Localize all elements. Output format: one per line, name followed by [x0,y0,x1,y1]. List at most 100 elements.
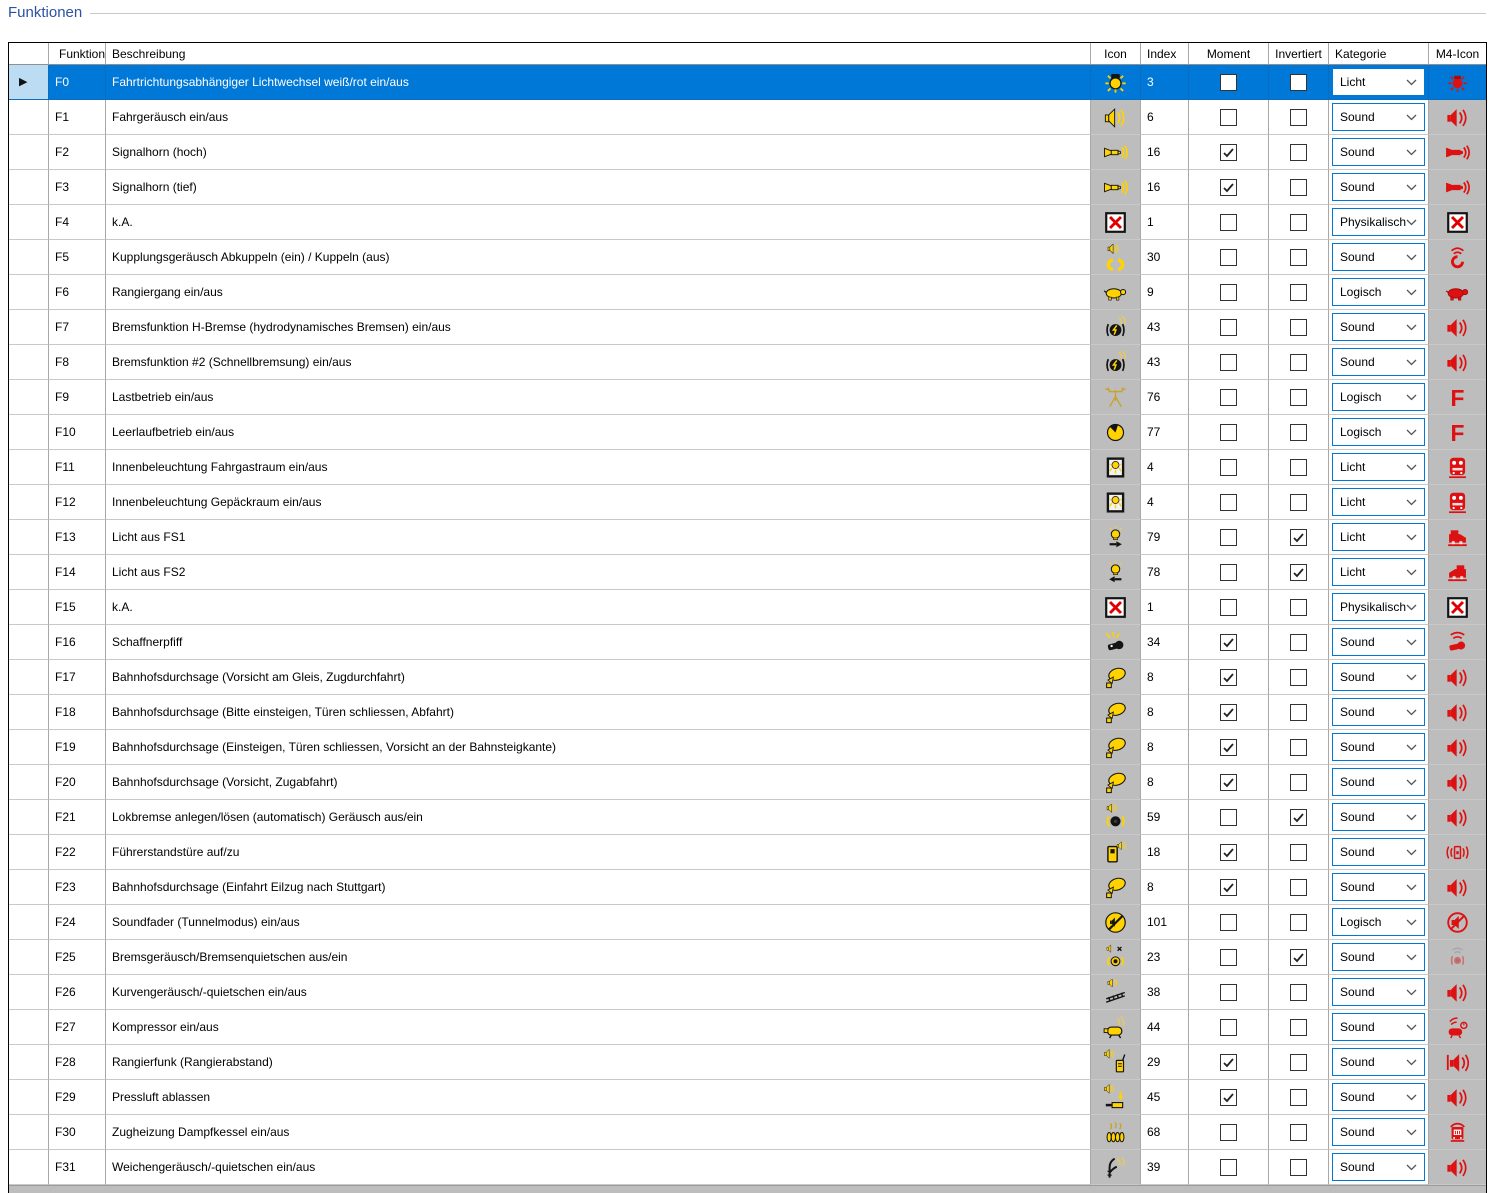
table-row[interactable]: F14 Licht aus FS2 78 Licht [9,555,1486,590]
kategorie-select[interactable]: Physikalisch [1332,593,1426,621]
index-cell[interactable]: 101 [1141,905,1189,940]
row-selector-cell[interactable] [9,415,49,450]
kategorie-select[interactable]: Sound [1332,138,1425,166]
moment-checkbox[interactable] [1220,563,1237,581]
invertiert-checkbox[interactable] [1290,248,1307,266]
row-selector-cell[interactable] [9,625,49,660]
funktion-cell[interactable]: F23 [49,870,106,905]
index-cell[interactable]: 59 [1141,800,1189,835]
beschreibung-cell[interactable]: Rangierfunk (Rangierabstand) [106,1045,1091,1080]
row-selector-cell[interactable] [9,450,49,485]
funktion-cell[interactable]: F19 [49,730,106,765]
index-cell[interactable]: 79 [1141,520,1189,555]
invertiert-checkbox[interactable] [1290,73,1307,91]
moment-checkbox[interactable] [1220,1053,1237,1071]
moment-checkbox[interactable] [1220,1158,1237,1176]
funktion-cell[interactable]: F15 [49,590,106,625]
row-selector-cell[interactable] [9,730,49,765]
beschreibung-cell[interactable]: Führerstandstüre auf/zu [106,835,1091,870]
invertiert-checkbox[interactable] [1290,808,1307,826]
invertiert-checkbox[interactable] [1290,388,1307,406]
table-row[interactable]: F1 Fahrgeräusch ein/aus 6 Sound [9,100,1486,135]
row-selector-cell[interactable] [9,380,49,415]
kategorie-select[interactable]: Licht [1332,558,1425,586]
funktion-cell[interactable]: F9 [49,380,106,415]
invertiert-checkbox[interactable] [1290,178,1307,196]
table-row[interactable]: F15 k.A. 1 Physikalisch [9,590,1486,625]
kategorie-select[interactable]: Sound [1332,663,1425,691]
beschreibung-cell[interactable]: Innenbeleuchtung Fahrgastraum ein/aus [106,450,1091,485]
invertiert-checkbox[interactable] [1290,458,1307,476]
funktion-cell[interactable]: F18 [49,695,106,730]
row-selector-cell[interactable] [9,660,49,695]
funktion-cell[interactable]: F27 [49,1010,106,1045]
invertiert-checkbox[interactable] [1290,598,1307,616]
index-cell[interactable]: 16 [1141,170,1189,205]
beschreibung-cell[interactable]: Signalhorn (hoch) [106,135,1091,170]
funktion-cell[interactable]: F26 [49,975,106,1010]
beschreibung-cell[interactable]: Lokbremse anlegen/lösen (automatisch) Ge… [106,800,1091,835]
header-index[interactable]: Index [1141,43,1189,65]
index-cell[interactable]: 9 [1141,275,1189,310]
funktion-cell[interactable]: F21 [49,800,106,835]
moment-checkbox[interactable] [1220,283,1237,301]
kategorie-select[interactable]: Sound [1332,1118,1425,1146]
table-row[interactable]: F2 Signalhorn (hoch) 16 Sound [9,135,1486,170]
beschreibung-cell[interactable]: Licht aus FS1 [106,520,1091,555]
table-row[interactable]: F20 Bahnhofsdurchsage (Vorsicht, Zugabfa… [9,765,1486,800]
row-selector-cell[interactable] [9,1080,49,1115]
row-selector-cell[interactable] [9,345,49,380]
row-selector-cell[interactable] [9,555,49,590]
table-row[interactable]: F31 Weichengeräusch/-quietschen ein/aus … [9,1150,1486,1185]
kategorie-select[interactable]: Sound [1332,173,1425,201]
table-row[interactable]: F23 Bahnhofsdurchsage (Einfahrt Eilzug n… [9,870,1486,905]
table-row[interactable]: F19 Bahnhofsdurchsage (Einsteigen, Türen… [9,730,1486,765]
index-cell[interactable]: 8 [1141,695,1189,730]
beschreibung-cell[interactable]: Bahnhofsdurchsage (Vorsicht, Zugabfahrt) [106,765,1091,800]
beschreibung-cell[interactable]: Kurvengeräusch/-quietschen ein/aus [106,975,1091,1010]
invertiert-checkbox[interactable] [1290,108,1307,126]
moment-checkbox[interactable] [1220,633,1237,651]
kategorie-select[interactable]: Licht [1332,523,1425,551]
index-cell[interactable]: 8 [1141,870,1189,905]
row-selector-cell[interactable] [9,485,49,520]
index-cell[interactable]: 4 [1141,485,1189,520]
table-row[interactable]: F6 Rangiergang ein/aus 9 Logisch [9,275,1486,310]
index-cell[interactable]: 45 [1141,1080,1189,1115]
table-row[interactable]: ▶ F0 Fahrtrichtungsabhängiger Lichtwechs… [9,65,1486,100]
moment-checkbox[interactable] [1220,388,1237,406]
beschreibung-cell[interactable]: Bremsfunktion #2 (Schnellbremsung) ein/a… [106,345,1091,380]
header-moment[interactable]: Moment [1189,43,1269,65]
moment-checkbox[interactable] [1220,913,1237,931]
funktion-cell[interactable]: F13 [49,520,106,555]
kategorie-select[interactable]: Sound [1332,103,1425,131]
funktion-cell[interactable]: F14 [49,555,106,590]
beschreibung-cell[interactable]: Bahnhofsdurchsage (Bitte einsteigen, Tür… [106,695,1091,730]
funktion-cell[interactable]: F1 [49,100,106,135]
beschreibung-cell[interactable]: Bahnhofsdurchsage (Einsteigen, Türen sch… [106,730,1091,765]
moment-checkbox[interactable] [1220,178,1237,196]
funktion-cell[interactable]: F10 [49,415,106,450]
table-row[interactable]: F24 Soundfader (Tunnelmodus) ein/aus 101… [9,905,1486,940]
index-cell[interactable]: 23 [1141,940,1189,975]
header-invertiert[interactable]: Invertiert [1269,43,1329,65]
index-cell[interactable]: 34 [1141,625,1189,660]
kategorie-select[interactable]: Logisch [1332,278,1425,306]
moment-checkbox[interactable] [1220,983,1237,1001]
kategorie-select[interactable]: Sound [1332,943,1425,971]
kategorie-select[interactable]: Logisch [1332,418,1425,446]
beschreibung-cell[interactable]: Pressluft ablassen [106,1080,1091,1115]
index-cell[interactable]: 39 [1141,1150,1189,1185]
index-cell[interactable]: 6 [1141,100,1189,135]
moment-checkbox[interactable] [1220,493,1237,511]
invertiert-checkbox[interactable] [1290,773,1307,791]
row-selector-cell[interactable] [9,835,49,870]
row-selector-cell[interactable] [9,765,49,800]
index-cell[interactable]: 43 [1141,345,1189,380]
invertiert-checkbox[interactable] [1290,1123,1307,1141]
header-beschreibung[interactable]: Beschreibung [106,43,1091,65]
invertiert-checkbox[interactable] [1290,668,1307,686]
beschreibung-cell[interactable]: Lastbetrieb ein/aus [106,380,1091,415]
table-row[interactable]: F17 Bahnhofsdurchsage (Vorsicht am Gleis… [9,660,1486,695]
index-cell[interactable]: 78 [1141,555,1189,590]
